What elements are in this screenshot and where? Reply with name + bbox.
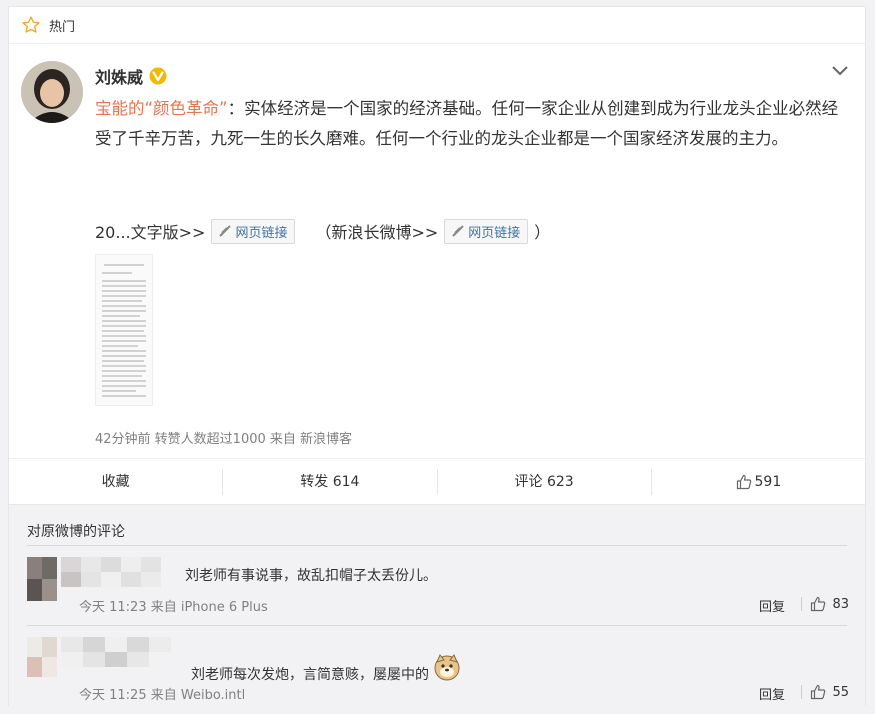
author: 刘姝威 — [95, 64, 167, 88]
comment-like-button[interactable]: 83 — [801, 596, 849, 612]
thumbs-up-icon — [811, 596, 826, 612]
reply-button[interactable]: 回复 — [759, 684, 785, 703]
weibo-long-link-label: 网页链接 — [468, 225, 521, 241]
forward-label: 转发 614 — [300, 474, 360, 490]
post-text-highlight[interactable]: 宝能的“颜色革命” — [95, 99, 228, 118]
web-link-label: 网页链接 — [235, 225, 288, 241]
comment-text: 刘老师每次发炮，言简意赅，屡屡中的 — [191, 653, 461, 684]
hot-label: 热门 — [49, 19, 76, 35]
forward-button[interactable]: 转发 614 — [223, 469, 438, 495]
divider — [27, 545, 847, 546]
thumbs-up-icon — [811, 684, 826, 700]
like-count: 591 — [754, 474, 782, 490]
comments-title: 对原微博的评论 — [27, 524, 125, 540]
more-options-button[interactable] — [831, 62, 849, 81]
divider — [27, 625, 847, 626]
collect-label: 收藏 — [101, 474, 130, 490]
comment-like-count: 55 — [832, 684, 849, 700]
weibo-card: 热门 刘姝威 宝能的“颜色革命”：实体经济是一个国家的经济基础。任何一家企业从创… — [8, 6, 866, 708]
commenter-avatar[interactable] — [27, 637, 57, 677]
links-suffix: ） — [534, 223, 551, 242]
comments-section: 对原微博的评论 刘老师有事说事，故乱扣帽子太丢份儿。 今天 11:23 来自 i… — [9, 504, 865, 708]
action-bar: 收藏 转发 614 评论 623 591 — [9, 458, 865, 505]
link-icon — [219, 225, 232, 237]
commenter-name-blurred[interactable] — [61, 637, 171, 667]
author-avatar[interactable] — [21, 61, 83, 123]
doge-emoji-icon — [434, 654, 460, 681]
comment-like-count: 83 — [832, 596, 849, 612]
post-links: 20...文字版>> 网页链接 （新浪长微博>> 网页链接 ） — [95, 218, 550, 244]
post-text: 宝能的“颜色革命”：实体经济是一个国家的经济基础。任何一家企业从创建到成为行业龙… — [95, 94, 845, 154]
thumbs-up-icon — [736, 474, 751, 490]
comment-meta: 今天 11:25 来自 Weibo.intl — [79, 688, 246, 703]
hot-bar: 热门 — [9, 7, 865, 44]
commenter-avatar[interactable] — [27, 557, 57, 601]
comment-text-body: 刘老师每次发炮，言简意赅，屡屡中的 — [191, 667, 429, 683]
links-middle: （新浪长微博>> — [315, 223, 439, 242]
web-link-button[interactable]: 网页链接 — [211, 218, 296, 244]
document-thumbnail[interactable] — [95, 254, 153, 406]
comment-label: 评论 623 — [514, 474, 574, 490]
post-meta: 42分钟前 转赞人数超过1000 来自 新浪博客 — [95, 432, 353, 447]
chevron-down-icon — [832, 66, 848, 76]
collect-button[interactable]: 收藏 — [9, 469, 224, 495]
weibo-long-link-button[interactable]: 网页链接 — [444, 218, 529, 244]
link-icon — [452, 225, 464, 237]
reply-button[interactable]: 回复 — [759, 596, 785, 615]
author-name[interactable]: 刘姝威 — [95, 64, 143, 88]
comment-button[interactable]: 评论 623 — [438, 469, 652, 495]
star-icon — [22, 16, 40, 33]
comment-meta: 今天 11:23 来自 iPhone 6 Plus — [79, 600, 268, 615]
comment-like-button[interactable]: 55 — [801, 684, 849, 700]
comment-text: 刘老师有事说事，故乱扣帽子太丢份儿。 — [185, 568, 437, 584]
verified-icon — [149, 67, 167, 85]
like-button[interactable]: 591 — [652, 469, 865, 495]
links-prefix: 20...文字版>> — [95, 223, 206, 242]
commenter-name-blurred[interactable] — [61, 557, 161, 587]
